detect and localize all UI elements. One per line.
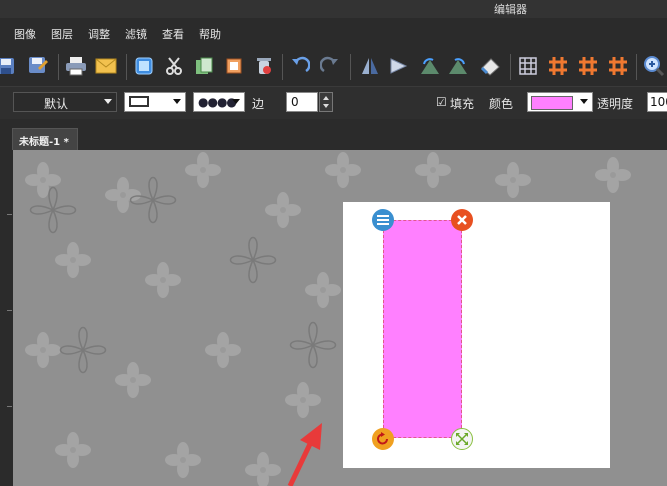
title-bar: 编辑器: [0, 0, 667, 18]
line-style-select[interactable]: ●●●●: [193, 92, 245, 112]
erase-icon[interactable]: [478, 54, 502, 78]
annotation-arrow-icon: [287, 423, 322, 486]
hash-icon[interactable]: [606, 54, 630, 78]
dotted-line-icon: ●●●●: [198, 95, 237, 109]
menu-bar: 图像 图层 调整 滤镜 查看 帮助: [0, 22, 667, 44]
hash-icon[interactable]: [576, 54, 600, 78]
redo-icon[interactable]: [318, 54, 342, 78]
toolbar-separator: [350, 54, 351, 80]
fill-color-select[interactable]: [527, 92, 593, 112]
fill-label: 填充: [450, 97, 475, 111]
document-tabs: 未标题-1 *: [0, 126, 667, 150]
border-label: 边: [252, 97, 265, 111]
crop-icon[interactable]: [222, 54, 246, 78]
cut-icon[interactable]: [162, 54, 186, 78]
vertical-ruler: [0, 150, 12, 486]
paste-icon[interactable]: [192, 54, 216, 78]
color-swatch: [531, 96, 573, 110]
chevron-down-icon: [232, 99, 240, 104]
hash-icon[interactable]: [546, 54, 570, 78]
undo-icon[interactable]: [288, 54, 312, 78]
toolbar-separator: [282, 54, 283, 80]
mail-icon[interactable]: [94, 54, 118, 78]
menu-help[interactable]: 帮助: [199, 26, 221, 42]
menu-filter[interactable]: 滤镜: [125, 26, 147, 42]
property-bar: 默认 ●●●● 边 0 ☑ 填充 颜色 透明度 100: [0, 86, 667, 119]
preset-value: 默认: [44, 97, 69, 111]
fill-checkbox[interactable]: ☑: [436, 95, 447, 109]
opacity-input[interactable]: 100: [647, 92, 667, 112]
menu-layer[interactable]: 图层: [51, 26, 73, 42]
menu-view[interactable]: 查看: [162, 26, 184, 42]
rectangle-style-icon: [129, 96, 149, 107]
menu-adjust[interactable]: 调整: [88, 26, 110, 42]
pink-rectangle-shape[interactable]: [383, 220, 462, 438]
opacity-label: 透明度: [597, 97, 634, 111]
chevron-down-icon: [173, 99, 181, 104]
menu-image[interactable]: 图像: [14, 26, 36, 42]
resize-handle-icon[interactable]: [451, 428, 473, 450]
chevron-down-icon: [580, 99, 588, 104]
color-label: 颜色: [489, 97, 514, 111]
copy-icon[interactable]: [132, 54, 156, 78]
close-icon[interactable]: [451, 209, 473, 231]
chevron-down-icon: [104, 99, 112, 104]
tab-untitled-1[interactable]: 未标题-1 *: [12, 128, 78, 150]
preset-select[interactable]: 默认: [13, 92, 117, 112]
print-icon[interactable]: [64, 54, 88, 78]
rotate-right-icon[interactable]: [446, 54, 470, 78]
delete-icon[interactable]: [252, 54, 276, 78]
save-as-icon[interactable]: [26, 54, 50, 78]
toolbar-separator: [58, 54, 59, 80]
border-width-input[interactable]: 0: [286, 92, 318, 112]
border-width-value: 0: [291, 95, 299, 109]
grid-icon[interactable]: [516, 54, 540, 78]
border-width-stepper[interactable]: [319, 92, 333, 112]
border-style-select[interactable]: [124, 92, 186, 112]
save-icon[interactable]: [0, 54, 18, 78]
rotate-left-icon[interactable]: [418, 54, 442, 78]
opacity-value: 100: [650, 95, 667, 109]
window-title: 编辑器: [494, 3, 527, 16]
flip-vertical-icon[interactable]: [386, 54, 410, 78]
toolbar-separator: [126, 54, 127, 80]
toolbar-separator: [510, 54, 511, 80]
rotate-handle-icon[interactable]: [372, 428, 394, 450]
toolbar: [0, 48, 667, 86]
flip-horizontal-icon[interactable]: [358, 54, 382, 78]
menu-handle-icon[interactable]: [372, 209, 394, 231]
zoom-in-icon[interactable]: [642, 54, 666, 78]
toolbar-separator: [636, 54, 637, 80]
